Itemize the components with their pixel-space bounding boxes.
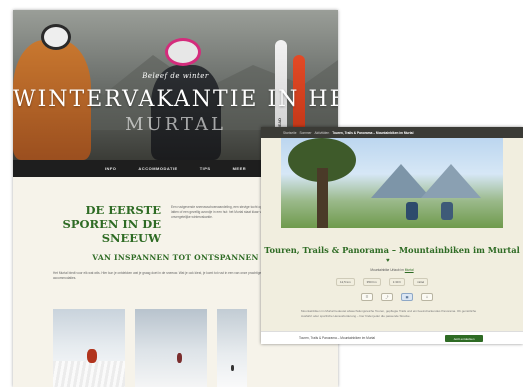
- nav-item-info[interactable]: INFO: [105, 166, 117, 171]
- nav-item-meer[interactable]: MEER: [233, 166, 247, 171]
- biker-figure: [441, 202, 453, 220]
- mountain-peak: [421, 164, 481, 198]
- helmet-center: [165, 38, 201, 66]
- breadcrumb-item[interactable]: Startseite: [283, 131, 296, 135]
- page-title: Touren, Trails & Panorama – Mountainbike…: [264, 245, 520, 255]
- hero-tagline: Beleef de winter: [142, 72, 209, 80]
- thumbnail-touring[interactable]: [135, 309, 207, 387]
- collage: HEAD Beleef de winter WINTERVAKANTIE IN …: [0, 0, 523, 387]
- menu-icon[interactable]: ☰: [361, 293, 373, 301]
- nav-item-tips[interactable]: TIPS: [200, 166, 211, 171]
- footer-title: Touren, Trails & Panorama – Mountainbike…: [299, 336, 376, 340]
- section-paragraph: Het Murtal biedt voor elk wat wils. Hier…: [53, 271, 262, 280]
- stat-difficulty: mittel: [413, 278, 429, 286]
- stat-elevation: 350 hm: [362, 278, 381, 286]
- biker-figure: [406, 202, 418, 220]
- mtb-hero-photo: [281, 138, 503, 228]
- nav-item-accommodatie[interactable]: ACCOMMODATIE: [138, 166, 177, 171]
- thumbnail-skiing[interactable]: [53, 309, 125, 387]
- sticky-footer: Touren, Trails & Panorama – Mountainbike…: [261, 331, 523, 344]
- title-meta: Mountainbike Urlaub im Murtal: [261, 268, 523, 272]
- headline-paragraph: Een rustgevende sneeuwschoenwandeling, e…: [171, 205, 274, 219]
- walker-figure: [231, 365, 234, 371]
- share-icon[interactable]: ⤴: [381, 293, 393, 301]
- breadcrumb-current: Touren, Trails & Panorama – Mountainbike…: [332, 130, 414, 135]
- breadcrumb-item[interactable]: Aktivitäten: [315, 131, 330, 135]
- skier-figure: [87, 349, 97, 363]
- stat-distance: 12,5 km: [336, 278, 355, 286]
- tourer-figure: [177, 353, 182, 363]
- cta-button[interactable]: Jetzt entdecken: [445, 335, 483, 342]
- tour-stats: 12,5 km 350 hm 1:30 h mittel: [336, 278, 429, 286]
- stat-duration: 1:30 h: [388, 278, 406, 286]
- download-icon[interactable]: ⇩: [421, 293, 433, 301]
- mtb-page-screenshot: Startseite Sommer Aktivitäten Touren, Tr…: [261, 127, 523, 344]
- activity-thumbnails: [53, 309, 247, 387]
- description-paragraph: Mountainbiken im Murtal bedeutet abwechs…: [301, 309, 477, 318]
- meta-link[interactable]: Murtal: [405, 268, 414, 272]
- tool-icons: ☰ ⤴ ▦ ⇩: [361, 293, 433, 301]
- breadcrumb-item[interactable]: Sommer: [299, 131, 311, 135]
- thumbnail-snowshoe[interactable]: [217, 309, 247, 387]
- section-headline: DE EERSTE SPOREN IN DE SNEEUW: [62, 203, 161, 245]
- meta-prefix: Mountainbike Urlaub im: [370, 268, 404, 272]
- helmet-left: [41, 24, 71, 50]
- ski-track: [53, 361, 125, 387]
- heart-icon[interactable]: ♥: [386, 258, 390, 264]
- hero-title: WINTERVAKANTIE IN HET: [13, 87, 338, 112]
- tree-icon: [288, 138, 356, 228]
- breadcrumb: Startseite Sommer Aktivitäten Touren, Tr…: [261, 127, 523, 138]
- map-icon[interactable]: ▦: [401, 293, 413, 301]
